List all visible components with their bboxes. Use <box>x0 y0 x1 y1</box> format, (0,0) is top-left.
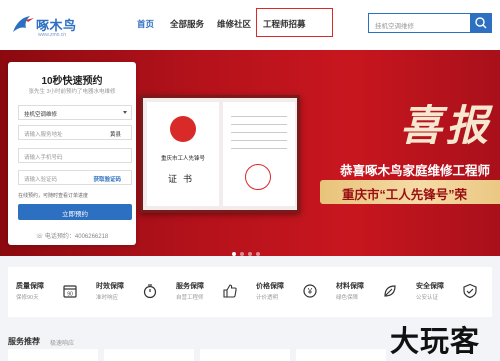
feature-item[interactable]: 材料保障 绿色保障 <box>328 267 408 317</box>
feature-item[interactable]: 价格保障 计价透明 ¥ <box>248 267 328 317</box>
certificate-title: 重庆市工人先锋号 <box>160 156 205 162</box>
thumbsup-icon <box>223 284 237 298</box>
service-select[interactable]: 挂机空调维修 <box>18 105 132 120</box>
service-card[interactable] <box>8 349 98 361</box>
section-subtitle: 极速响应 <box>50 341 75 347</box>
feature-sub: 计价透明 <box>256 295 279 301</box>
feature-item[interactable]: 时效保障 准时响应 <box>88 267 168 317</box>
service-card[interactable] <box>200 349 290 361</box>
yen-icon: ¥ <box>303 284 317 298</box>
certificate-right-page <box>223 102 295 206</box>
feature-item[interactable]: 质量保障 保修90天 90 <box>8 267 88 317</box>
carousel-dot[interactable] <box>256 252 260 256</box>
nav-engineer-recruit[interactable]: 工程师招募 <box>263 18 306 30</box>
site-header: 啄木鸟 www.zmn.cn 首页 全部服务 维修社区 工程师招募 挂机空调维修 <box>0 0 500 50</box>
banner-headline: 喜报 <box>400 101 493 150</box>
leaf-icon <box>384 285 396 297</box>
feature-title: 服务保障 <box>176 283 204 290</box>
search-input[interactable]: 挂机空调维修 <box>368 13 470 33</box>
form-note: 在线预约，可随时查看订单进度 <box>18 193 89 199</box>
nav-all-services[interactable]: 全部服务 <box>170 18 204 30</box>
phone-icon: ☏ <box>35 234 45 240</box>
code-placeholder: 请输入验证码 <box>24 177 58 183</box>
certificate-image: 重庆市工人先锋号 证书 <box>140 95 300 213</box>
get-code-button[interactable]: 获取验证码 <box>93 175 121 183</box>
code-field[interactable]: 请输入验证码 获取验证码 <box>18 170 132 185</box>
shield-icon <box>463 283 477 299</box>
chevron-down-icon <box>123 111 127 114</box>
submit-booking-button[interactable]: 立即预约 <box>18 204 132 220</box>
feature-sub: 自营工程师 <box>176 295 204 301</box>
hotline: ☏ 电话预约：4006266218 <box>8 231 136 240</box>
certificate-left-page: 重庆市工人先锋号 证书 <box>147 102 219 206</box>
svg-text:¥: ¥ <box>307 287 313 296</box>
address-placeholder: 请输入服务地址 <box>24 132 63 138</box>
feature-sub: 保修90天 <box>16 295 39 301</box>
carousel-dot[interactable] <box>248 252 252 256</box>
logo[interactable]: 啄木鸟 www.zmn.cn <box>10 8 80 42</box>
feature-item[interactable]: 服务保障 自营工程师 <box>168 267 248 317</box>
woodpecker-logo-icon <box>13 16 34 32</box>
logo-url: www.zmn.cn <box>38 32 67 38</box>
feature-title: 质量保障 <box>16 283 44 290</box>
service-card[interactable] <box>296 349 386 361</box>
feature-sub: 准时响应 <box>96 295 119 301</box>
banner-ribbon: 重庆市“工人先锋号”荣 <box>320 180 500 204</box>
stopwatch-icon <box>143 284 157 299</box>
section-title: 服务推荐 <box>8 337 40 346</box>
booking-form: 10秒快速预约 张先生 3小时前预约了电器水电维修 挂机空调维修 请输入服务地址… <box>8 62 136 245</box>
nav-home[interactable]: 首页 <box>137 18 154 30</box>
svg-text:90: 90 <box>67 292 73 298</box>
nav-community[interactable]: 维修社区 <box>217 18 251 30</box>
feature-sub: 绿色保障 <box>336 295 359 301</box>
city-select[interactable]: 黄县 <box>110 130 121 138</box>
carousel-dots <box>232 243 264 261</box>
calendar-icon: 90 <box>63 285 77 298</box>
phone-field[interactable]: 请输入手机号码 <box>18 148 132 163</box>
feature-title: 时效保障 <box>96 283 124 290</box>
search-button[interactable] <box>470 13 492 33</box>
banner-line2: 重庆市“工人先锋号”荣 <box>342 188 468 202</box>
guarantee-strip: 质量保障 保修90天 90 时效保障 准时响应 服务保障 自营工程师 价格保障 … <box>8 267 492 317</box>
feature-item[interactable]: 安全保障 公安认证 <box>408 267 488 317</box>
certificate-label: 证书 <box>167 175 198 185</box>
carousel-dot[interactable] <box>240 252 244 256</box>
feature-title: 安全保障 <box>416 283 444 290</box>
feature-sub: 公安认证 <box>416 295 439 301</box>
hotline-text: 电话预约：4006266218 <box>44 234 109 240</box>
service-select-value: 挂机空调维修 <box>24 112 58 118</box>
feature-title: 材料保障 <box>336 283 364 290</box>
feature-title: 价格保障 <box>256 283 284 290</box>
carousel-dot[interactable] <box>232 252 236 256</box>
search-icon <box>475 17 487 29</box>
union-emblem-icon <box>170 116 196 142</box>
banner-line1: 恭喜啄木鸟家庭维修工程师 <box>340 164 491 178</box>
form-subtitle: 张先生 3小时前预约了电器水电维修 <box>28 89 116 95</box>
red-seal-icon <box>245 164 271 190</box>
address-field[interactable]: 请输入服务地址 黄县 <box>18 125 132 140</box>
form-title: 10秒快速预约 <box>41 76 103 87</box>
watermark: 大玩客 <box>390 324 481 358</box>
service-card[interactable] <box>104 349 194 361</box>
